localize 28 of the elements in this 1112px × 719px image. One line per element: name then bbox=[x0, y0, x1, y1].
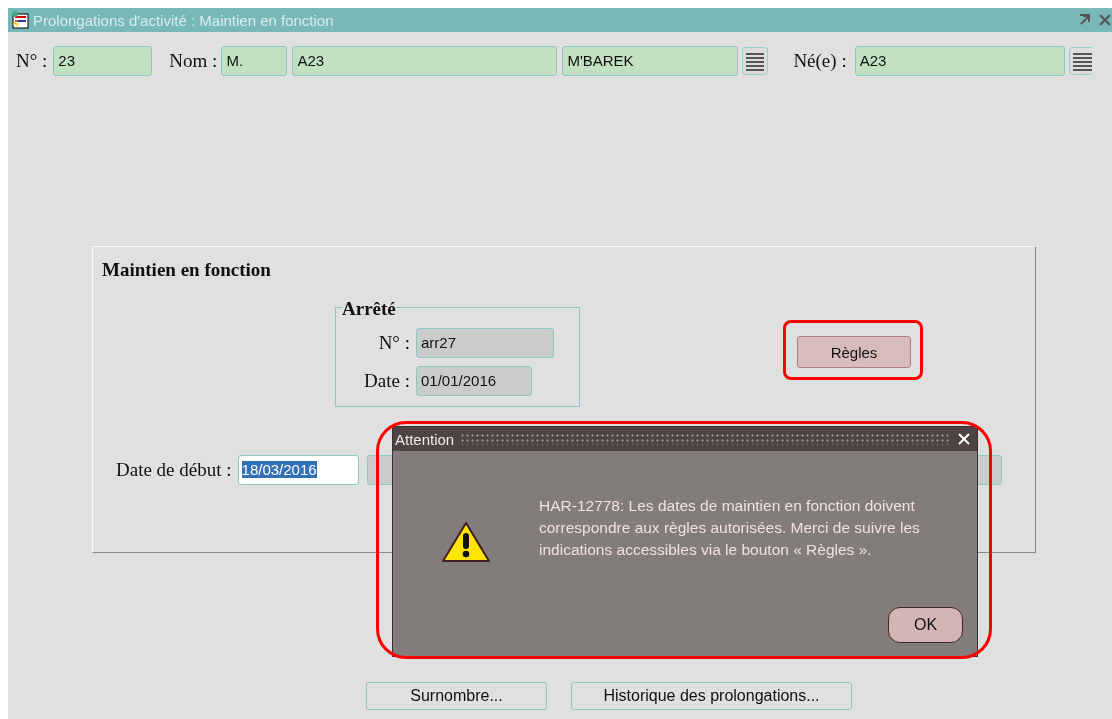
field-label: Nom : bbox=[169, 50, 218, 72]
app-icon bbox=[10, 10, 30, 30]
warning-icon bbox=[441, 521, 491, 563]
alert-message: HAR-12778: Les dates de maintien en fonction doivent correspondre aux règles autorisées. Merci de suivre les indications accessibles via le bouton « Règles ». bbox=[539, 496, 921, 560]
history-button[interactable]: Historique des prolongations... bbox=[571, 682, 852, 710]
date-field[interactable]: 18/03/2016 bbox=[237, 455, 359, 485]
text-field[interactable]: 01/01/2016 bbox=[416, 366, 532, 396]
number-field[interactable]: 23 bbox=[53, 46, 153, 76]
list-icon[interactable] bbox=[742, 47, 769, 75]
window-title: Prolongations d'activité : Maintien en fonction bbox=[33, 11, 334, 29]
last-name-field[interactable]: M'BAREK bbox=[562, 46, 739, 76]
civility-field[interactable]: M. bbox=[221, 46, 288, 76]
field-label: N° : bbox=[377, 332, 410, 354]
field-label: N° : bbox=[16, 50, 48, 72]
text-field[interactable]: arr27 bbox=[416, 328, 554, 358]
restore-icon[interactable] bbox=[1078, 13, 1092, 27]
rules-button[interactable]: Règles bbox=[797, 336, 911, 368]
birth-field[interactable]: A23 bbox=[854, 46, 1065, 76]
list-icon[interactable] bbox=[1068, 47, 1092, 75]
panel-title: Maintien en fonction bbox=[102, 259, 272, 281]
grip-pattern[interactable] bbox=[460, 433, 951, 445]
surplus-button[interactable]: Surnombre... bbox=[366, 682, 547, 710]
first-name-field[interactable]: A23 bbox=[292, 46, 558, 76]
field-label: Date : bbox=[363, 370, 410, 392]
dialog-title: Attention bbox=[395, 430, 455, 448]
field-label: Date de début : bbox=[116, 459, 232, 481]
field-label: Né(e) : bbox=[793, 50, 847, 72]
ok-button[interactable]: OK bbox=[888, 607, 963, 643]
